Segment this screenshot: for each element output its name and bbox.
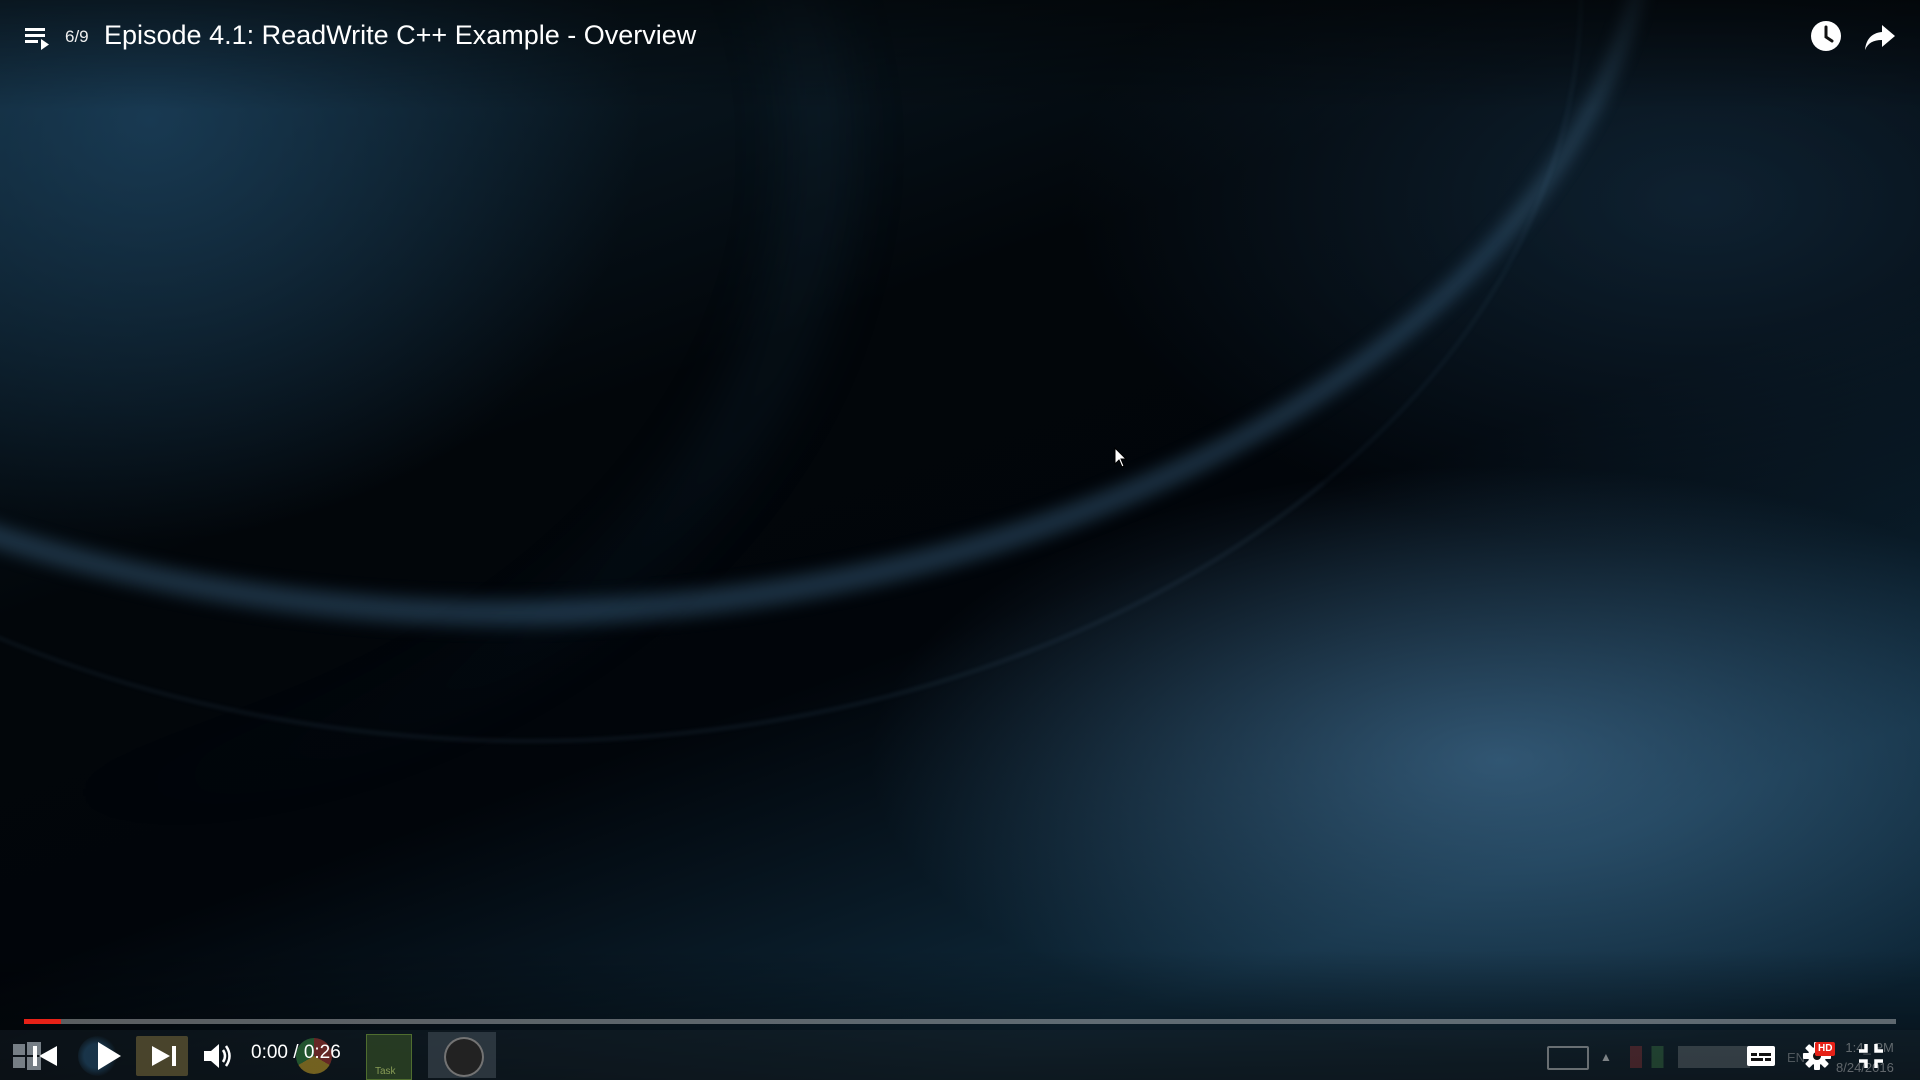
- time-separator: /: [287, 1042, 304, 1063]
- system-tray-icons: [1630, 1046, 1750, 1068]
- progress-played: [24, 1019, 62, 1024]
- obs-logo-icon: [444, 1037, 484, 1077]
- mouse-pointer-icon: [1114, 447, 1128, 468]
- time-display: 0:00 / 0:26: [251, 1042, 341, 1064]
- share-button[interactable]: [1862, 19, 1898, 55]
- hd-badge: HD: [1815, 1042, 1836, 1056]
- wallpaper-swoosh: [0, 0, 840, 800]
- task-app-icon: Task: [366, 1034, 412, 1080]
- playlist-position: 6/9: [65, 27, 89, 46]
- subtitles-button[interactable]: [1743, 1038, 1779, 1074]
- play-button[interactable]: [89, 1037, 127, 1075]
- current-time: 0:00: [251, 1042, 288, 1063]
- watch-later-button[interactable]: [1809, 19, 1843, 53]
- player-top-bar: 6/9 Episode 4.1: ReadWrite C++ Example -…: [0, 0, 1920, 74]
- playlist-icon: [25, 28, 49, 50]
- subtitles-icon: [1747, 1046, 1775, 1066]
- duration: 0:26: [303, 1042, 341, 1063]
- obs-app-icon: [428, 1032, 496, 1078]
- skip-next-icon: [152, 1046, 176, 1066]
- next-video-button[interactable]: [147, 1039, 181, 1073]
- play-icon: [98, 1042, 121, 1070]
- volume-button[interactable]: [200, 1038, 236, 1074]
- volume-icon: [204, 1044, 231, 1068]
- keyboard-icon: [1547, 1046, 1589, 1070]
- task-app-label: Task: [375, 1066, 396, 1077]
- exit-fullscreen-icon: [1859, 1044, 1883, 1068]
- skip-previous-icon: [33, 1046, 57, 1066]
- wallpaper-swoosh: [0, 0, 1582, 742]
- playlist-button[interactable]: [22, 22, 52, 52]
- exit-fullscreen-button[interactable]: [1851, 1036, 1891, 1076]
- previous-video-button[interactable]: [28, 1039, 62, 1073]
- share-arrow-icon: [1865, 25, 1895, 50]
- clock-icon: [1811, 21, 1841, 51]
- progress-bar[interactable]: [24, 1019, 1896, 1024]
- video-player[interactable]: 6/9 Episode 4.1: ReadWrite C++ Example -…: [0, 0, 1920, 1080]
- video-title[interactable]: Episode 4.1: ReadWrite C++ Example - Ove…: [104, 20, 696, 51]
- tray-up-arrow-icon: ▲: [1600, 1050, 1612, 1064]
